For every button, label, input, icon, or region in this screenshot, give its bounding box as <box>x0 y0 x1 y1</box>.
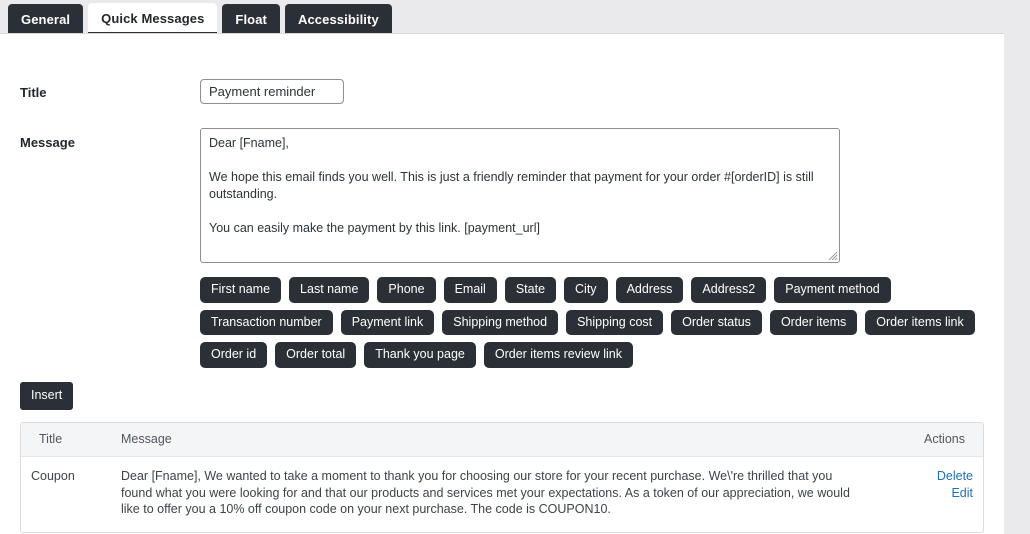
tag-shipping-cost[interactable]: Shipping cost <box>566 309 664 335</box>
table-row: Coupon Dear [Fname], We wanted to take a… <box>21 457 983 532</box>
tag-state[interactable]: State <box>504 277 557 303</box>
tag-order-items[interactable]: Order items <box>769 309 858 335</box>
column-header-message: Message <box>111 423 877 457</box>
tag-order-status[interactable]: Order status <box>671 309 762 335</box>
title-input[interactable] <box>200 79 344 104</box>
tab-quick-messages[interactable]: Quick Messages <box>88 3 218 35</box>
tag-order-items-link[interactable]: Order items link <box>865 309 975 335</box>
tag-order-items-review-link[interactable]: Order items review link <box>483 342 633 368</box>
tag-first-name[interactable]: First name <box>200 277 282 303</box>
page-right-gutter <box>1004 0 1030 534</box>
tag-thank-you-page[interactable]: Thank you page <box>364 342 476 368</box>
tag-address2[interactable]: Address2 <box>691 277 767 303</box>
table-header-row: Title Message Actions <box>21 423 983 457</box>
merge-tag-list: First name Last name Phone Email State C… <box>200 277 1000 368</box>
tab-strip: General Quick Messages Float Accessibili… <box>0 0 1004 35</box>
tag-last-name[interactable]: Last name <box>289 277 370 303</box>
tag-shipping-method[interactable]: Shipping method <box>442 309 559 335</box>
column-header-actions: Actions <box>877 423 983 457</box>
message-field-label: Message <box>20 135 75 150</box>
tag-payment-link[interactable]: Payment link <box>340 309 435 335</box>
insert-button[interactable]: Insert <box>20 382 74 410</box>
tag-transaction-number[interactable]: Transaction number <box>200 309 333 335</box>
edit-link[interactable]: Edit <box>887 485 973 502</box>
tag-address[interactable]: Address <box>615 277 684 303</box>
quick-messages-panel: Title Message First name Last name Phone… <box>0 33 1004 534</box>
tag-order-total[interactable]: Order total <box>275 342 357 368</box>
cell-actions: Delete Edit <box>877 457 983 532</box>
delete-link[interactable]: Delete <box>887 468 973 485</box>
tag-order-id[interactable]: Order id <box>200 342 268 368</box>
cell-title: Coupon <box>31 469 75 483</box>
tab-accessibility[interactable]: Accessibility <box>284 4 392 35</box>
tab-general[interactable]: General <box>8 4 84 35</box>
tag-email[interactable]: Email <box>443 277 497 303</box>
tab-list: General Quick Messages Float Accessibili… <box>8 3 392 35</box>
tag-phone[interactable]: Phone <box>377 277 436 303</box>
tab-float[interactable]: Float <box>222 4 280 35</box>
tag-city[interactable]: City <box>564 277 608 303</box>
cell-message: Dear [Fname], We wanted to take a moment… <box>121 469 850 516</box>
message-textarea[interactable] <box>200 128 840 263</box>
quick-messages-table: Title Message Actions Coupon Dear [Fname… <box>20 422 984 533</box>
column-header-title: Title <box>21 423 111 457</box>
title-field-label: Title <box>20 85 47 100</box>
tag-payment-method[interactable]: Payment method <box>774 277 891 303</box>
